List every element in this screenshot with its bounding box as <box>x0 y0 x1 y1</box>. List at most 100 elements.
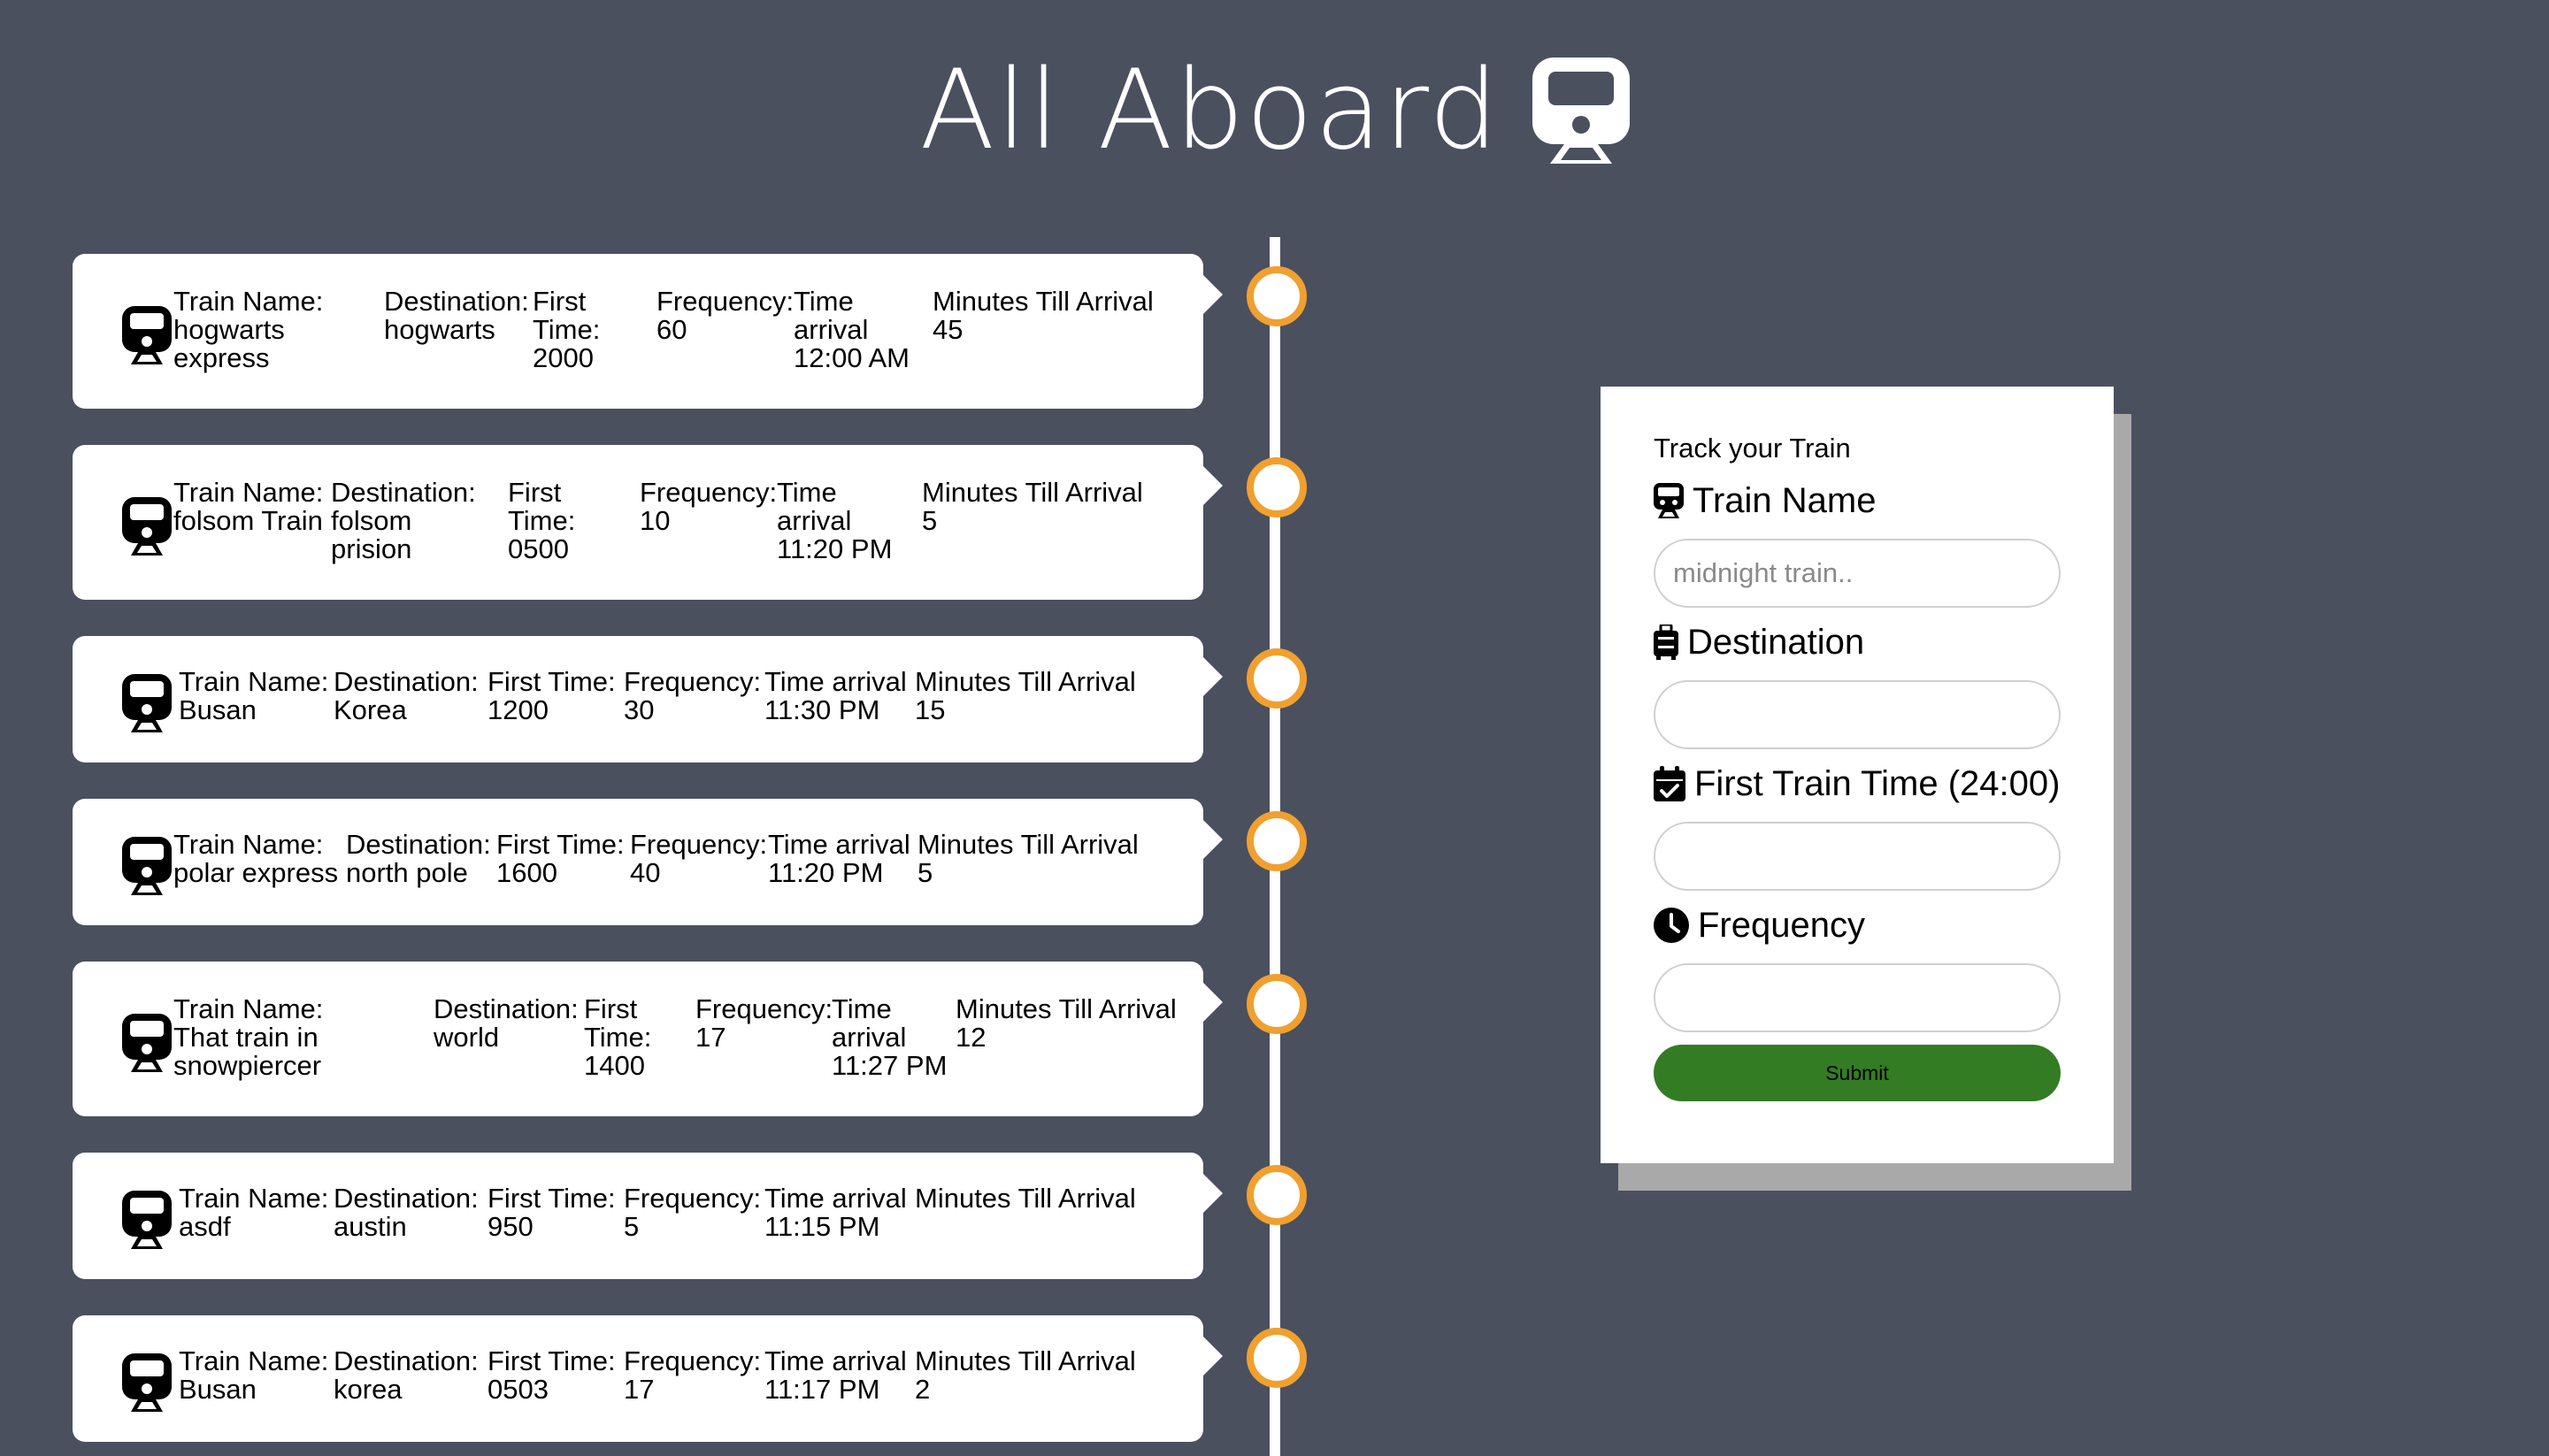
form-heading: Track your Train <box>1654 433 1851 464</box>
minutes-column: Minutes Till Arrival 2 <box>915 1347 1136 1404</box>
arrival-column: Time arrival 11:20 PM <box>768 831 910 887</box>
frequency-input[interactable] <box>1654 963 2061 1032</box>
app-header: All Aboard <box>0 44 2549 177</box>
frequency-field-label: Frequency <box>1654 905 1865 946</box>
subway-icon <box>1654 483 1684 518</box>
train-card: Train Name: Busan Destination: Korea Fir… <box>73 636 1223 762</box>
suitcase-icon <box>1654 625 1678 660</box>
train-card: Train Name: Busan Destination: korea Fir… <box>73 1315 1223 1442</box>
destination-value: north pole <box>346 857 468 888</box>
train-name-value: hogwarts express <box>173 314 293 373</box>
arrival-value: 11:17 PM <box>764 1374 880 1405</box>
train-name-input[interactable] <box>1654 539 2061 608</box>
frequency-label: Frequency: <box>624 1345 762 1376</box>
train-name-field-label: Train Name <box>1654 480 1876 521</box>
destination-column: Destination: hogwarts <box>384 287 529 345</box>
first-time-value: 1200 <box>488 694 549 725</box>
train-icon <box>122 1353 172 1412</box>
first-time-column: First Time: 1400 <box>584 995 708 1080</box>
arrival-column: Time arrival 11:15 PM <box>764 1184 907 1241</box>
minutes-label: Minutes Till Arrival <box>915 1183 1136 1214</box>
minutes-label: Minutes Till Arrival <box>917 829 1139 860</box>
destination-column: Destination: austin <box>334 1184 479 1241</box>
frequency-value: 10 <box>640 505 671 536</box>
minutes-label: Minutes Till Arrival <box>915 666 1136 697</box>
train-icon <box>122 1191 172 1249</box>
frequency-label: Frequency: <box>640 477 778 508</box>
destination-label: Destination: <box>334 666 479 697</box>
arrival-label: Time arrival <box>764 1345 907 1376</box>
train-icon <box>122 1014 172 1072</box>
destination-label: Destination: <box>334 1345 479 1376</box>
arrival-value: 11:30 PM <box>764 694 880 725</box>
destination-input[interactable] <box>1654 680 2061 749</box>
first-time-value: 2000 <box>533 342 594 373</box>
timeline-stop <box>1247 266 1307 326</box>
arrival-column: Time arrival 11:17 PM <box>764 1347 907 1404</box>
train-icon <box>1532 57 1630 164</box>
frequency-column: Frequency: 17 <box>695 995 833 1052</box>
minutes-value: 2 <box>915 1374 931 1405</box>
train-name-label: Train Name: <box>173 829 324 860</box>
train-icon <box>122 497 172 556</box>
destination-column: Destination: Korea <box>334 668 479 724</box>
frequency-column: Frequency: 10 <box>640 477 778 536</box>
train-icon <box>122 306 172 364</box>
first-time-label: First Time: <box>488 1345 616 1376</box>
frequency-label: Frequency: <box>624 1183 762 1214</box>
first-time-value: 0503 <box>488 1374 549 1405</box>
minutes-value: 5 <box>917 857 933 888</box>
first-time-label: First Time: <box>584 993 652 1053</box>
destination-label: Destination: <box>334 1183 479 1214</box>
train-name-label: Train Name: <box>173 993 324 1024</box>
calendar-check-icon <box>1654 766 1685 801</box>
minutes-label: Minutes Till Arrival <box>933 286 1154 317</box>
train-name-value: That train in snowpiercer <box>173 1022 326 1081</box>
destination-column: Destination: north pole <box>346 831 491 887</box>
minutes-label: Minutes Till Arrival <box>922 477 1143 508</box>
submit-button[interactable]: Submit <box>1654 1045 2061 1101</box>
train-name-value: polar express <box>173 857 339 888</box>
minutes-column: Minutes Till Arrival 5 <box>922 479 1170 535</box>
frequency-value: 40 <box>630 857 661 888</box>
arrival-value: 11:20 PM <box>777 533 893 564</box>
train-name-value: asdf <box>179 1211 231 1242</box>
arrival-label: Time arrival <box>794 286 869 345</box>
destination-value: world <box>434 1022 500 1053</box>
first-time-value: 1600 <box>496 857 557 888</box>
first-time-label: First Time: <box>488 666 616 697</box>
train-name-column: Train Name: That train in snowpiercer <box>173 995 364 1080</box>
arrival-column: Time arrival 11:27 PM <box>832 995 964 1080</box>
train-name-label: Train Name: <box>179 1345 329 1376</box>
frequency-field-text: Frequency <box>1698 906 1865 945</box>
first-time-label: First Time: <box>533 286 601 345</box>
train-name-column: Train Name: Busan <box>179 668 328 724</box>
arrival-value: 11:27 PM <box>832 1050 948 1081</box>
frequency-column: Frequency: 60 <box>656 286 795 344</box>
first-time-input[interactable] <box>1654 822 2061 891</box>
frequency-label: Frequency: <box>656 286 795 317</box>
first-time-value: 950 <box>488 1211 534 1242</box>
destination-column: Destination: world <box>434 995 579 1053</box>
frequency-value: 17 <box>624 1374 655 1405</box>
frequency-column: Frequency: 17 <box>624 1347 761 1404</box>
minutes-column: Minutes Till Arrival 12 <box>956 995 1203 1052</box>
timeline-stop <box>1247 648 1307 709</box>
timeline-stop <box>1247 811 1307 871</box>
timeline-stop <box>1247 1165 1307 1225</box>
destination-value: hogwarts <box>384 314 495 345</box>
arrival-value: 12:00 AM <box>794 342 910 373</box>
frequency-value: 5 <box>624 1211 640 1242</box>
train-card: Train Name: hogwarts express Destination… <box>73 254 1223 409</box>
first-time-value: 0500 <box>508 533 569 564</box>
track-train-form: Track your Train Train Name Destination <box>1601 387 2114 1163</box>
first-time-label: First Time: <box>496 829 625 860</box>
train-name-column: Train Name: polar express <box>173 831 338 887</box>
train-name-label: Train Name: <box>173 286 324 317</box>
destination-value: austin <box>334 1211 407 1242</box>
arrival-label: Time arrival <box>832 993 907 1053</box>
train-name-value: Busan <box>179 694 257 725</box>
arrival-label: Time arrival <box>764 666 907 697</box>
frequency-value: 30 <box>624 694 655 725</box>
minutes-value: 45 <box>933 314 964 345</box>
